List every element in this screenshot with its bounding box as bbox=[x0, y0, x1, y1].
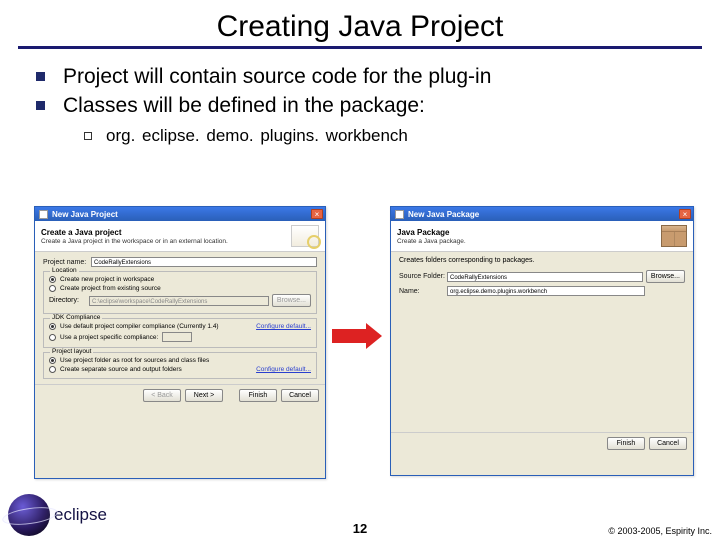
layout-separate-radio[interactable]: Create separate source and output folder… bbox=[49, 366, 311, 373]
location-group: Location Create new project in workspace… bbox=[43, 271, 317, 314]
radio-label: Use project folder as root for sources a… bbox=[60, 357, 209, 364]
jdk-specific-radio[interactable]: Use a project specific compliance: bbox=[49, 332, 311, 342]
location-existing-radio[interactable]: Create project from existing source bbox=[49, 285, 311, 292]
wizard-icon bbox=[291, 225, 319, 247]
project-layout-group: Project layout Use project folder as roo… bbox=[43, 352, 317, 379]
app-icon bbox=[39, 210, 48, 219]
directory-label: Directory: bbox=[49, 297, 89, 304]
button-row: < Back Next > Finish Cancel bbox=[35, 384, 325, 406]
banner-subtitle: Create a Java package. bbox=[397, 238, 466, 245]
radio-icon bbox=[49, 334, 56, 341]
jdk-legend: JDK Compliance bbox=[50, 314, 102, 321]
directory-input: C:\eclipse\workspace\CodeRallyExtensions bbox=[89, 296, 269, 306]
dialog-body: Project name: CodeRallyExtensions Locati… bbox=[35, 252, 325, 384]
eclipse-logo: eclipse bbox=[8, 494, 107, 536]
radio-label: Create project from existing source bbox=[60, 285, 161, 292]
bullet-1-text: Project will contain source code for the… bbox=[63, 63, 491, 90]
back-button: < Back bbox=[143, 389, 181, 402]
new-java-project-dialog: New Java Project × Create a Java project… bbox=[34, 206, 326, 479]
name-label: Name: bbox=[399, 288, 447, 295]
radio-label: Use default project compiler compliance … bbox=[60, 323, 219, 330]
configure-default-link[interactable]: Configure default... bbox=[256, 323, 311, 330]
subbullet-1: org. eclipse. demo. plugins. workbench bbox=[84, 126, 700, 146]
radio-icon bbox=[49, 285, 56, 292]
radio-label: Use a project specific compliance: bbox=[60, 334, 158, 341]
new-java-package-dialog: New Java Package × Java Package Create a… bbox=[390, 206, 694, 476]
eclipse-orb-icon bbox=[8, 494, 50, 536]
layout-single-radio[interactable]: Use project folder as root for sources a… bbox=[49, 357, 311, 364]
dialog-titlebar[interactable]: New Java Package × bbox=[391, 207, 693, 221]
browse-button[interactable]: Browse... bbox=[646, 270, 685, 283]
subbullet-1-text: org. eclipse. demo. plugins. workbench bbox=[106, 126, 408, 146]
cancel-button[interactable]: Cancel bbox=[649, 437, 687, 450]
close-icon[interactable]: × bbox=[679, 209, 691, 219]
radio-label: Create separate source and output folder… bbox=[60, 366, 182, 373]
wizard-banner: Create a Java project Create a Java proj… bbox=[35, 221, 325, 252]
bullet-2-text: Classes will be defined in the package: bbox=[63, 92, 425, 119]
dialog-body: Creates folders corresponding to package… bbox=[391, 252, 693, 432]
configure-default-link[interactable]: Configure default... bbox=[256, 366, 311, 373]
banner-subtitle: Create a Java project in the workspace o… bbox=[41, 238, 228, 245]
app-icon bbox=[395, 210, 404, 219]
source-folder-row: Source Folder: CodeRallyExtensions Brows… bbox=[399, 270, 685, 283]
compliance-select bbox=[162, 332, 192, 342]
finish-button[interactable]: Finish bbox=[607, 437, 645, 450]
name-input[interactable]: org.eclipse.demo.plugins.workbench bbox=[447, 286, 645, 296]
banner-title: Create a Java project bbox=[41, 228, 228, 237]
radio-icon bbox=[49, 357, 56, 364]
project-name-input[interactable]: CodeRallyExtensions bbox=[91, 257, 317, 267]
titlebar-text: New Java Package bbox=[408, 210, 679, 219]
bullet-square-icon bbox=[36, 101, 45, 110]
arrow-icon bbox=[332, 323, 382, 349]
radio-icon bbox=[49, 276, 56, 283]
location-workspace-radio[interactable]: Create new project in workspace bbox=[49, 276, 311, 283]
eclipse-logo-text: eclipse bbox=[54, 505, 107, 525]
copyright: © 2003-2005, Espirity Inc. bbox=[608, 526, 712, 536]
source-folder-label: Source Folder: bbox=[399, 273, 447, 280]
radio-icon bbox=[49, 323, 56, 330]
next-button[interactable]: Next > bbox=[185, 389, 223, 402]
radio-label: Create new project in workspace bbox=[60, 276, 154, 283]
footer: eclipse 12 © 2003-2005, Espirity Inc. bbox=[0, 484, 720, 540]
button-row: Finish Cancel bbox=[391, 432, 693, 454]
bullet-square-icon bbox=[36, 72, 45, 81]
browse-button: Browse... bbox=[272, 294, 311, 307]
location-legend: Location bbox=[50, 267, 79, 274]
source-folder-input[interactable]: CodeRallyExtensions bbox=[447, 272, 643, 282]
dialog-titlebar[interactable]: New Java Project × bbox=[35, 207, 325, 221]
cancel-button[interactable]: Cancel bbox=[281, 389, 319, 402]
bullet-1: Project will contain source code for the… bbox=[36, 63, 700, 90]
jdk-compliance-group: JDK Compliance Use default project compi… bbox=[43, 318, 317, 348]
title-area: Creating Java Project bbox=[18, 0, 702, 49]
slide: Creating Java Project Project will conta… bbox=[0, 0, 720, 540]
radio-icon bbox=[49, 366, 56, 373]
package-icon bbox=[661, 225, 687, 247]
finish-button[interactable]: Finish bbox=[239, 389, 277, 402]
project-name-row: Project name: CodeRallyExtensions bbox=[43, 257, 317, 267]
layout-legend: Project layout bbox=[50, 348, 93, 355]
bullet-list: Project will contain source code for the… bbox=[36, 63, 700, 146]
project-name-label: Project name: bbox=[43, 259, 91, 266]
jdk-default-radio[interactable]: Use default project compiler compliance … bbox=[49, 323, 311, 330]
wizard-banner: Java Package Create a Java package. bbox=[391, 221, 693, 252]
titlebar-text: New Java Project bbox=[52, 210, 311, 219]
slide-title: Creating Java Project bbox=[18, 10, 702, 44]
bullet-2: Classes will be defined in the package: bbox=[36, 92, 700, 119]
name-row: Name: org.eclipse.demo.plugins.workbench bbox=[399, 286, 685, 296]
page-number: 12 bbox=[353, 521, 367, 536]
close-icon[interactable]: × bbox=[311, 209, 323, 219]
banner-title: Java Package bbox=[397, 228, 466, 237]
bullet-hollow-square-icon bbox=[84, 132, 92, 140]
hint-text: Creates folders corresponding to package… bbox=[399, 257, 685, 264]
